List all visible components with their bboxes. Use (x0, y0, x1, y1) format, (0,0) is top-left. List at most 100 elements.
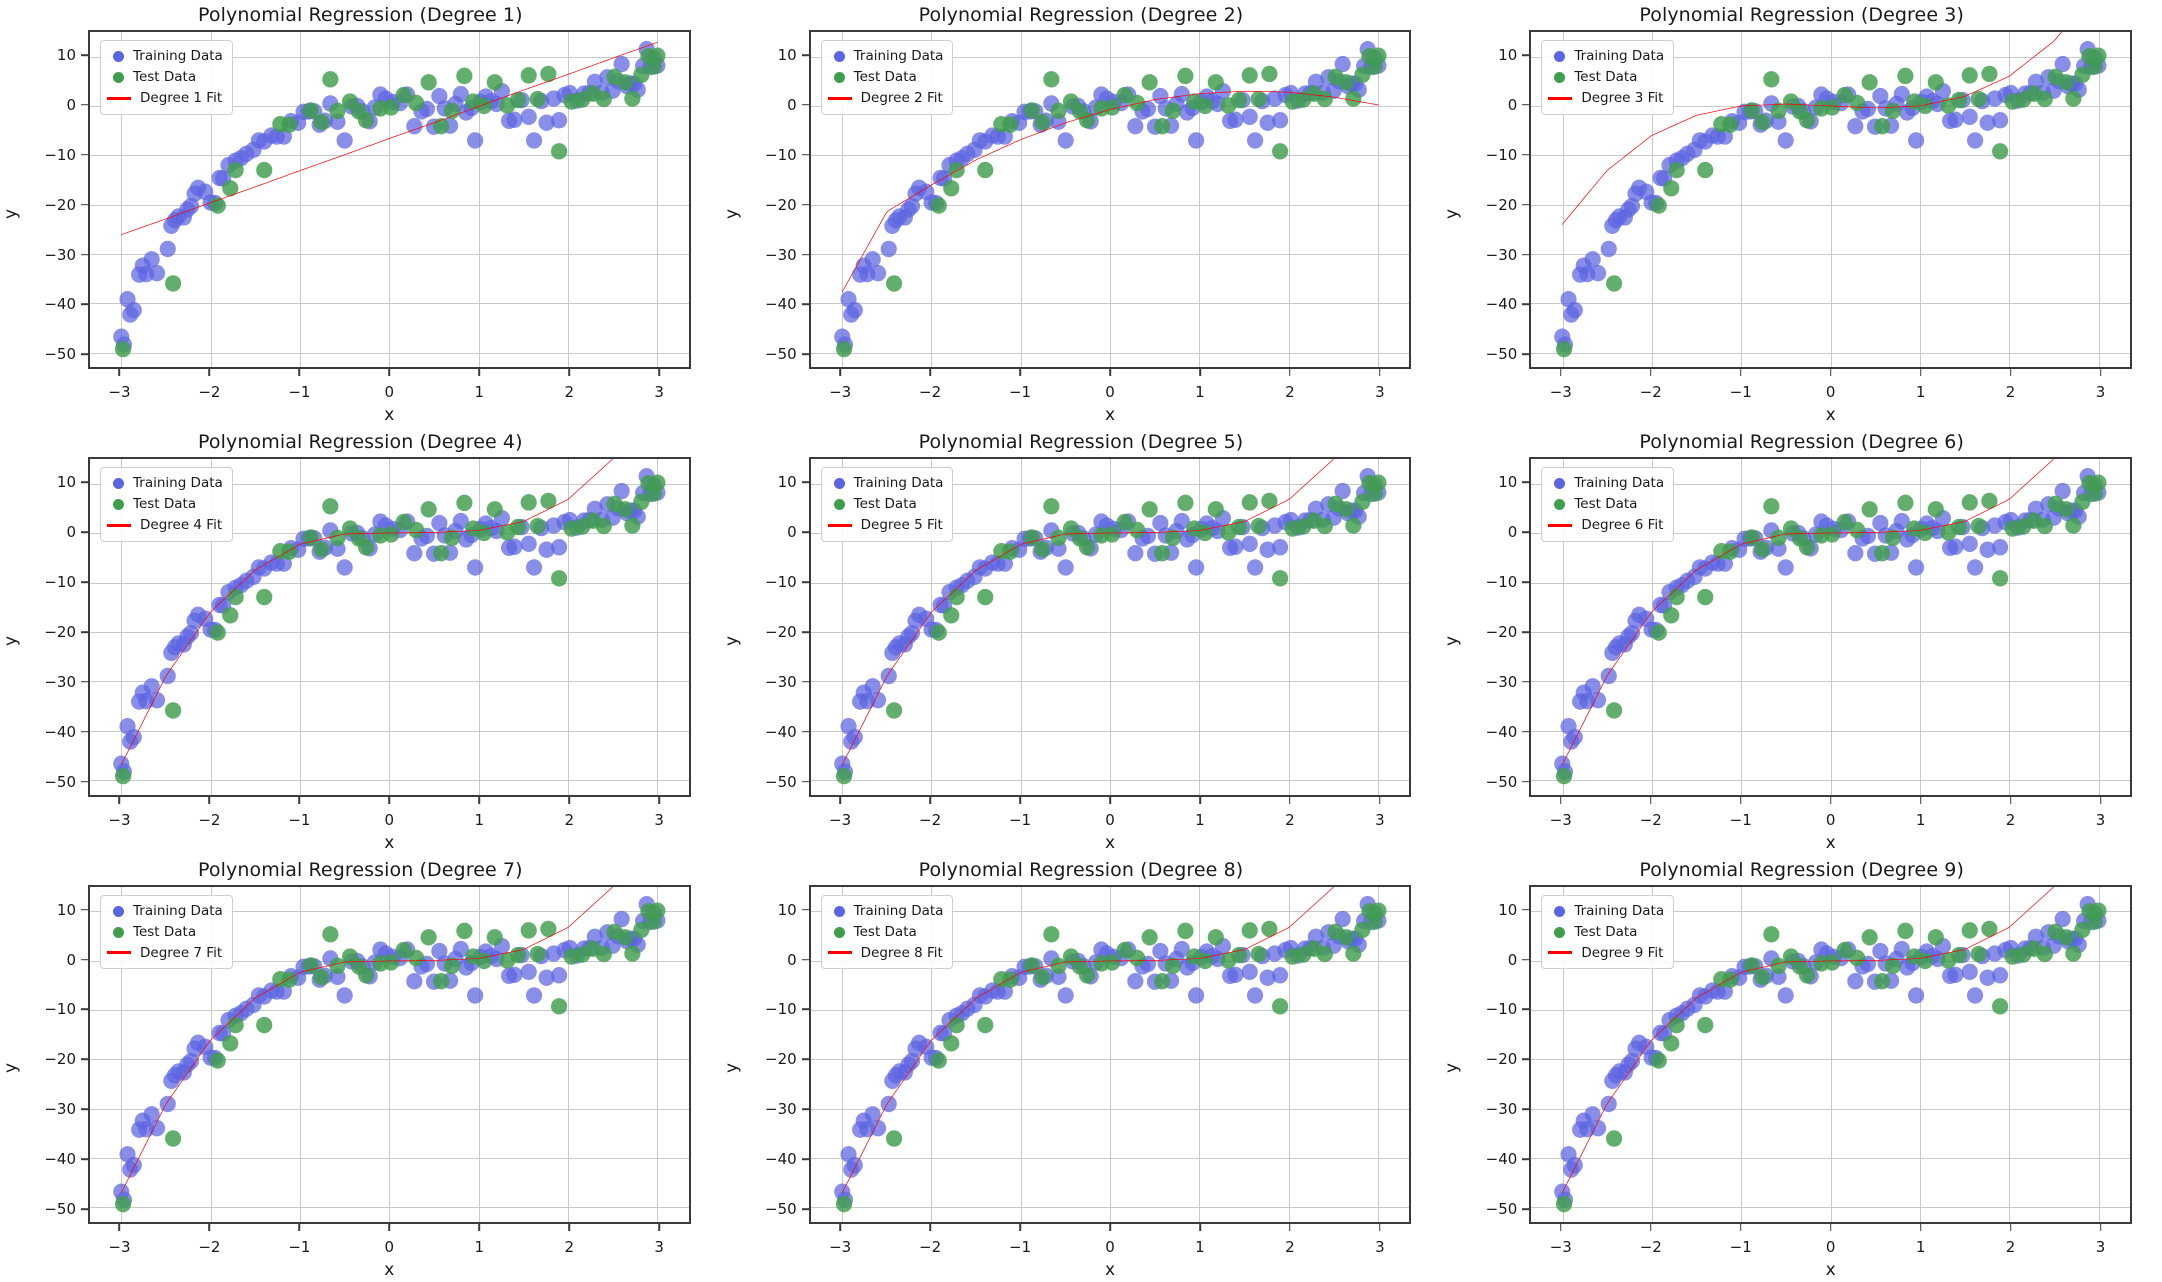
y-tick-mark (1522, 303, 1530, 306)
test-data-point (1141, 74, 1158, 91)
test-data-point (1271, 143, 1288, 160)
legend-label: Training Data (1574, 902, 1665, 919)
legend-marker-dot (833, 905, 845, 917)
legend-item-test-data[interactable]: Test Data (1548, 922, 1664, 943)
y-tick-mark (801, 1208, 809, 1210)
x-tick-mark (2099, 796, 2102, 804)
x-tick-mark (1829, 369, 1832, 377)
legend-item-fit[interactable]: Degree 6 Fit (1548, 515, 1664, 536)
legend-item-training-data[interactable]: Training Data (1548, 46, 1664, 67)
x-axis-label: x (1825, 832, 1836, 853)
test-data-point (1196, 525, 1213, 542)
training-data-point (1246, 132, 1263, 149)
legend-item-training-data[interactable]: Training Data (1548, 901, 1664, 922)
test-data-point (256, 161, 273, 179)
legend-item-training-data[interactable]: Training Data (107, 46, 223, 67)
y-tick-label: −50 (1485, 772, 1518, 791)
x-tick-mark (1379, 369, 1381, 377)
test-data-point (1951, 91, 1968, 109)
x-tick-label: 3 (654, 1238, 664, 1256)
y-axis-label: y (1, 635, 22, 647)
test-data-point (1128, 94, 1145, 112)
legend-item-fit[interactable]: Degree 5 Fit (827, 515, 944, 536)
x-tick-label: 0 (1105, 1238, 1115, 1256)
test-data-point (1668, 1016, 1686, 1033)
x-tick-label: 3 (2095, 810, 2106, 829)
test-data-point (486, 74, 503, 91)
y-tick-label: −40 (44, 1150, 76, 1169)
legend-item-training-data[interactable]: Training Data (107, 473, 223, 494)
y-tick-mark (81, 1008, 88, 1011)
legend-item-training-data[interactable]: Training Data (107, 901, 223, 922)
test-data-point (948, 161, 965, 179)
legend-item-fit[interactable]: Degree 9 Fit (1548, 943, 1664, 964)
legend-item-test-data[interactable]: Test Data (1548, 494, 1664, 515)
training-data-point (406, 972, 423, 990)
subplot-degree-2: Polynomial Regression (Degree 2) −50 −40 −3… (721, 0, 1442, 427)
test-data-point (930, 624, 947, 642)
test-data-point (1141, 928, 1158, 946)
legend-item-test-data[interactable]: Test Data (107, 494, 223, 515)
x-tick-label: 3 (1375, 1238, 1385, 1256)
x-tick-mark (568, 1224, 571, 1231)
training-data-point (1908, 986, 1925, 1004)
test-data-point (1897, 67, 1914, 85)
legend-item-test-data[interactable]: Test Data (1548, 67, 1664, 88)
legend-item-test-data[interactable]: Test Data (828, 494, 944, 515)
legend-item-fit[interactable]: Degree 1 Fit (107, 88, 223, 109)
legend-item-training-data[interactable]: Training Data (828, 46, 943, 67)
legend-item-test-data[interactable]: Test Data (828, 922, 944, 943)
training-data-point (1947, 966, 1964, 983)
test-data-point (942, 607, 960, 624)
test-data-point (1849, 522, 1866, 539)
legend-item-fit[interactable]: Degree 4 Fit (107, 515, 223, 536)
y-tick-mark (801, 908, 809, 911)
y-tick-mark (1522, 104, 1530, 106)
training-data-point (1961, 108, 1979, 126)
test-data-point (2037, 945, 2054, 962)
legend-item-training-data[interactable]: Training Data (1548, 473, 1664, 494)
test-data-point (1763, 71, 1780, 88)
legend-item-training-data[interactable]: Training Data (828, 473, 943, 494)
y-axis-ticks: −50 −40 −30 −20 −10 0 10 (721, 885, 809, 1224)
y-tick-label: −10 (1485, 145, 1518, 164)
training-data-point (148, 264, 166, 282)
legend-item-test-data[interactable]: Test Data (828, 67, 944, 88)
legend-marker-line (1548, 951, 1573, 955)
legend-item-fit[interactable]: Degree 2 Fit (827, 88, 944, 109)
x-tick-label: 1 (1195, 810, 1205, 829)
test-data-point (1369, 474, 1387, 492)
x-tick-label: 1 (1915, 810, 1926, 829)
y-tick-mark (81, 780, 88, 783)
test-data-point (1196, 952, 1213, 969)
test-data-point (1799, 966, 1816, 984)
y-tick-mark (81, 203, 88, 206)
legend-label: Test Data (1574, 68, 1638, 85)
x-tick-mark (208, 369, 211, 377)
test-data-point (1897, 495, 1914, 512)
legend-item-training-data[interactable]: Training Data (828, 901, 943, 922)
legend-label: Degree 8 Fit (860, 944, 943, 961)
test-data-point (1874, 117, 1891, 135)
test-data-point (1078, 539, 1095, 556)
legend-item-test-data[interactable]: Test Data (107, 67, 223, 88)
test-data-point (520, 921, 537, 939)
y-tick-label: 0 (66, 950, 76, 969)
x-tick-label: −2 (1639, 383, 1662, 402)
x-tick-label: −1 (288, 1238, 311, 1256)
y-tick-label: −30 (765, 1100, 797, 1119)
y-tick-mark (81, 958, 88, 961)
test-data-point (976, 1016, 993, 1033)
y-tick-mark (81, 253, 88, 256)
legend: Training Data Test Data Degree 6 Fit (1541, 467, 1675, 543)
legend-item-fit[interactable]: Degree 7 Fit (107, 943, 223, 964)
legend-item-fit[interactable]: Degree 3 Fit (1548, 88, 1664, 109)
legend-item-test-data[interactable]: Test Data (107, 922, 223, 943)
y-tick-label: −20 (44, 195, 76, 214)
subplot-title: Polynomial Regression (Degree 6) (1639, 431, 1964, 454)
training-data-point (846, 301, 863, 319)
legend-item-fit[interactable]: Degree 8 Fit (827, 943, 944, 964)
training-data-point (1126, 545, 1144, 562)
test-data-point (443, 102, 460, 120)
x-tick-mark (298, 369, 301, 377)
